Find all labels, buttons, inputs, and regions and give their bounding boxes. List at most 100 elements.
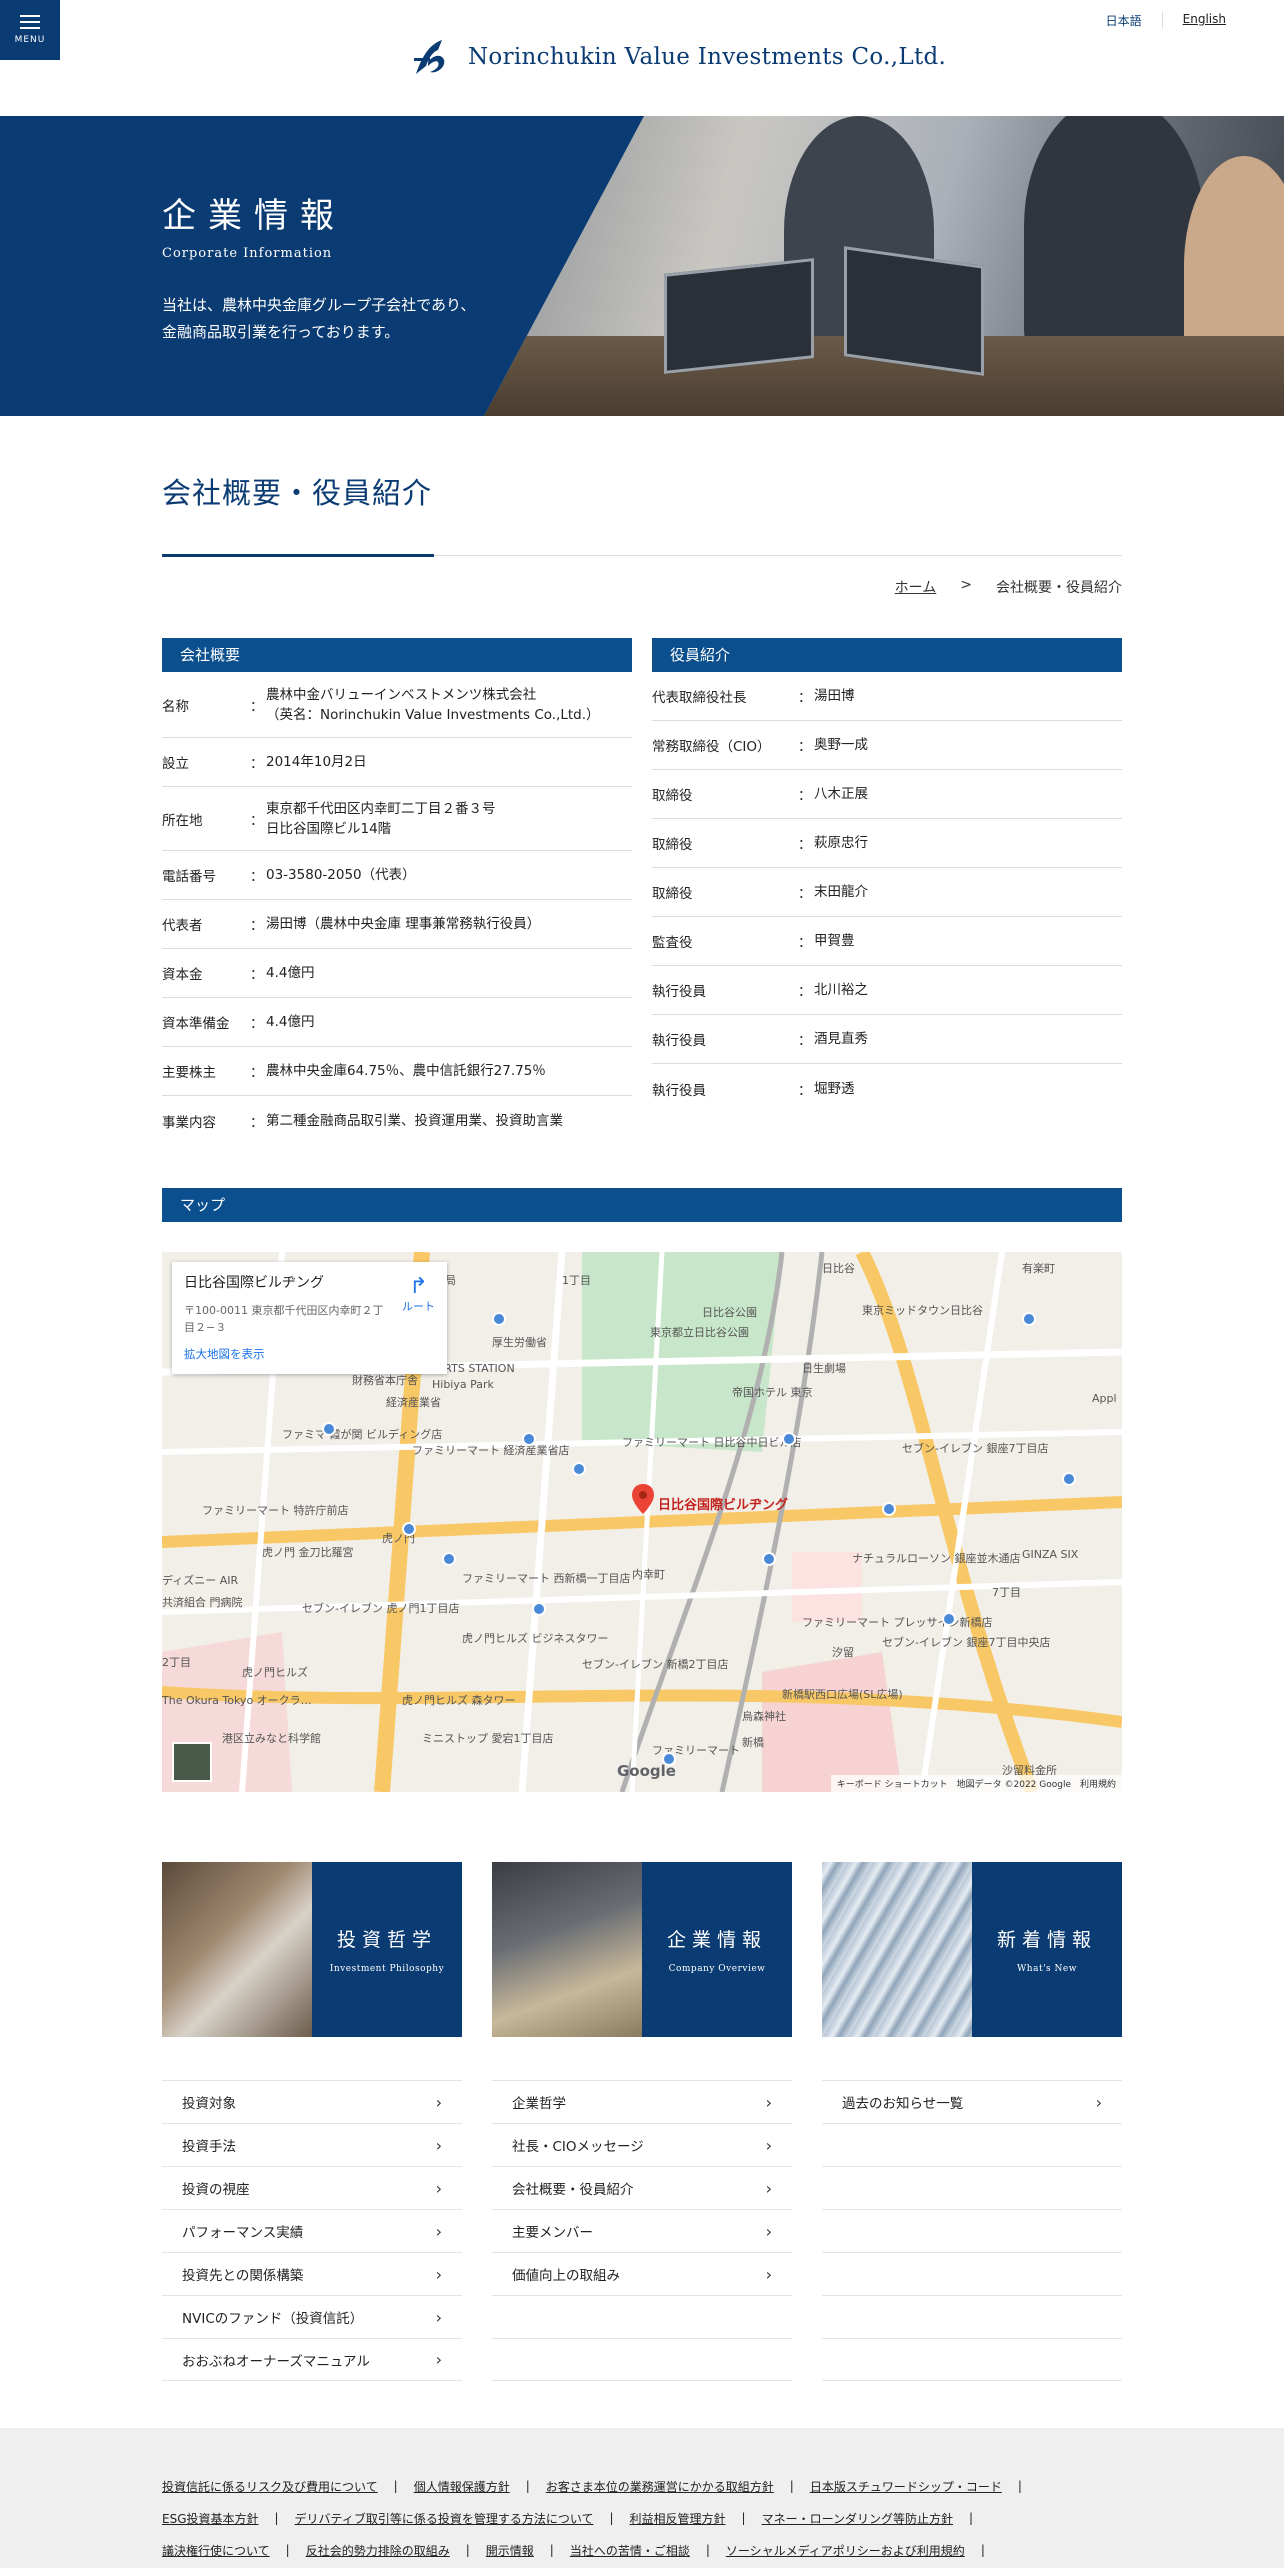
executive-row: 取締役 ：萩原忠行 [652,819,1122,868]
footer: 投資信託に係るリスク及び費用について | 個人情報保護方針 | お客さま本位の業務運営に… [0,2428,1284,2568]
hamburger-icon [20,15,40,29]
map-route-button[interactable]: ↱ ルート [402,1276,435,1314]
card-label: 投資哲学 Investment Philosophy [312,1862,462,2037]
footer-link[interactable]: 個人情報保護方針 [414,2478,510,2495]
info-separator: ： [798,739,812,755]
map-label: ファミリーマート 特許庁前店 [202,1504,349,1517]
nav-link-item[interactable]: 投資の視座 › [162,2166,462,2209]
executive-name: 末田龍介 [814,884,868,900]
info-separator: ： [798,837,812,853]
map-pin-icon[interactable] [632,1484,654,1514]
map-label: 日生劇場 [802,1362,846,1375]
nav-link-item[interactable]: 過去のお知らせ一覧 › [822,2080,1122,2123]
menu-button[interactable]: MENU [0,0,60,60]
executive-title: 監査役 [652,935,693,951]
google-map[interactable]: 関郵便局1丁目日比谷有楽町東京ミッドタウン日比谷日比谷公園東京都立日比谷公園日生… [162,1252,1122,1792]
nav-link-item[interactable]: 会社概要・役員紹介 › [492,2166,792,2209]
executive-title: 執行役員 [652,1033,706,1049]
card-whats-new[interactable]: 新着情報 What's New [822,1862,1122,2037]
hero-desc-line: 金融商品取引業を行っております。 [162,323,400,341]
nav-link-item[interactable]: おおぶねオーナーズマニュアル › [162,2338,462,2381]
map-pin-label: 日比谷国際ビルヂング [658,1498,789,1513]
company-logo[interactable]: Norinchukin Value Investments Co.,Ltd. [408,36,946,78]
footer-link[interactable]: ESG投資基本方針 [162,2510,259,2527]
footer-link[interactable]: 開示情報 [486,2542,534,2559]
map-poi-icon[interactable] [1062,1472,1076,1486]
card-title: 新着情報 [996,1929,1097,1951]
lang-en-link[interactable]: English [1163,12,1226,29]
nav-link-item[interactable]: 投資対象 › [162,2080,462,2123]
footer-link[interactable]: 利益相反管理方針 [630,2510,726,2527]
nav-link-label: 社長・CIOメッセージ [512,2139,644,2155]
nav-link-label: 投資先との関係構築 [182,2268,304,2284]
footer-link[interactable]: 投資信託に係るリスク及び費用について [162,2478,378,2495]
nav-link-item[interactable]: 価値向上の取組み › [492,2252,792,2295]
card-label: 新着情報 What's New [972,1862,1122,2037]
card-subtitle: What's New [1017,1964,1077,1974]
nav-link-item[interactable]: 主要メンバー › [492,2209,792,2252]
footer-link[interactable]: デリバティブ取引等に係る投資を管理する方法について [295,2510,594,2527]
map-poi-icon[interactable] [762,1552,776,1566]
map-poi-icon[interactable] [782,1432,796,1446]
lang-ja-link[interactable]: 日本語 [1106,12,1163,29]
card-company-overview[interactable]: 企業情報 Company Overview [492,1862,792,2037]
nav-link-label: 過去のお知らせ一覧 [842,2096,964,2112]
map-attribution[interactable]: キーボード ショートカット 地図データ ©2022 Google 利用規約 [830,1775,1122,1792]
footer-link[interactable]: マネー・ローンダリング等防止方針 [762,2510,953,2527]
map-poi-icon[interactable] [492,1312,506,1326]
map-poi-icon[interactable] [882,1502,896,1516]
card-image [492,1862,642,2037]
directions-icon: ↱ [409,1274,428,1299]
info-key: 名称 [162,698,189,715]
nav-link-item[interactable]: 社長・CIOメッセージ › [492,2123,792,2166]
card-subtitle: Company Overview [668,1964,766,1974]
map-poi-icon[interactable] [942,1612,956,1626]
nav-link-item[interactable]: パフォーマンス実績 › [162,2209,462,2252]
footer-link[interactable]: 議決権行使について [162,2542,270,2559]
breadcrumb-separator: > [960,577,972,593]
map-poi-icon[interactable] [572,1462,586,1476]
footer-link[interactable]: 日本版スチュワードシップ・コード [810,2478,1002,2495]
company-info-row: 電話番号 ： 03-3580-2050（代表） [162,851,632,900]
map-poi-icon[interactable] [442,1552,456,1566]
map-poi-icon[interactable] [402,1522,416,1536]
map-poi-icon[interactable] [522,1432,536,1446]
footer-link[interactable]: 当社への苦情・ご相談 [570,2542,690,2559]
nav-link-item[interactable]: 投資先との関係構築 › [162,2252,462,2295]
empty-list-row [822,2338,1122,2381]
map-enlarge-link[interactable]: 拡大地図を表示 [184,1346,265,1362]
card-title: 企業情報 [666,1929,767,1951]
company-link-list: 企業哲学 › 社長・CIOメッセージ › 会社概要・役員紹介 › 主要メンバー › 価値向上の取… [492,2080,792,2381]
map-label: 虎ノ門 金刀比羅宮 [262,1546,354,1559]
company-info-row: 資本金 ： 4.4億円 [162,949,632,998]
map-poi-icon[interactable] [532,1602,546,1616]
executive-row: 執行役員 ：酒見直秀 [652,1015,1122,1064]
nav-link-label: おおぶねオーナーズマニュアル [182,2353,370,2370]
hero-description: 当社は、農林中央金庫グループ子会社であり、 金融商品取引業を行っております。 [162,292,475,346]
nav-link-item[interactable]: 企業哲学 › [492,2080,792,2123]
map-label: セブン-イレブン 銀座7丁目店 [902,1442,1049,1455]
footer-links: 投資信託に係るリスク及び費用について | 個人情報保護方針 | お客さま本位の業務運営に… [162,2470,1162,2566]
map-label: 日比谷 [822,1262,855,1275]
nav-link-item[interactable]: NVICのファンド（投資信託） › [162,2295,462,2338]
map-label: Appl [1092,1392,1117,1405]
map-label: 新橋駅西口広場(SL広場) [782,1688,903,1701]
breadcrumb-home-link[interactable]: ホーム [895,577,937,597]
company-name: Norinchukin Value Investments Co.,Ltd. [468,44,947,70]
info-separator: ： [250,698,264,715]
footer-separator: | [1017,2479,1022,2493]
footer-separator: | [789,2479,794,2493]
map-poi-icon[interactable] [322,1422,336,1436]
footer-link[interactable]: ソーシャルメディアポリシーおよび利用規約 [726,2542,965,2559]
map-poi-icon[interactable] [1022,1312,1036,1326]
info-separator: ： [250,918,264,934]
nav-link-item[interactable]: 投資手法 › [162,2123,462,2166]
map-satellite-toggle[interactable] [172,1742,212,1782]
map-label: 虎ノ門ヒルズ 森タワー [402,1694,516,1707]
map-label: GINZA SIX [1022,1548,1079,1561]
card-investment-philosophy[interactable]: 投資哲学 Investment Philosophy [162,1862,462,2037]
footer-link[interactable]: お客さま本位の業務運営にかかる取組方針 [546,2478,774,2495]
executive-name: 八木正展 [814,786,868,802]
footer-link[interactable]: 反社会的勢力排除の取組み [306,2542,450,2559]
info-key: 代表者 [162,918,203,934]
